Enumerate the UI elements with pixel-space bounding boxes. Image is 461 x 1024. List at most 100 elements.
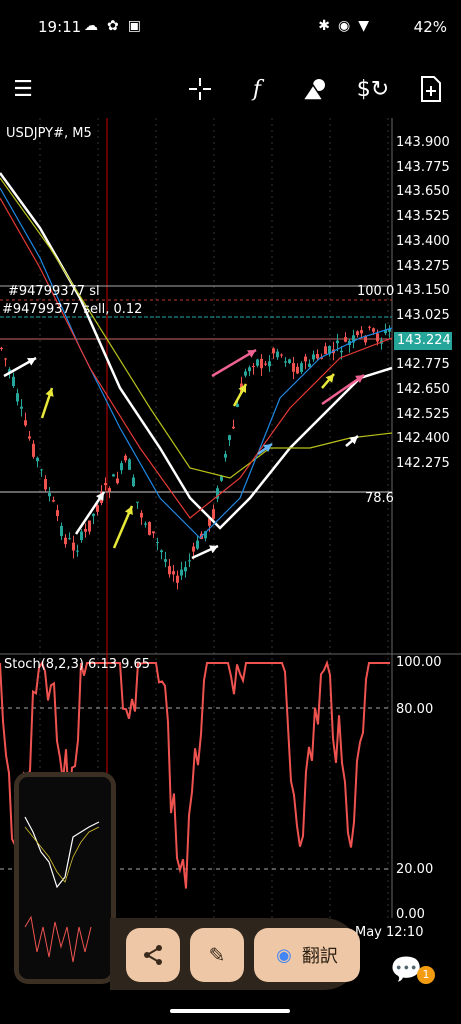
candle-body	[272, 348, 275, 354]
stoch-axis-tick: 0.00	[396, 907, 425, 922]
candle-body	[368, 326, 371, 328]
candle-body	[116, 478, 119, 484]
symbol-label: USDJPY#, M5	[6, 126, 92, 141]
candle-body	[184, 567, 187, 572]
candle-body	[80, 531, 83, 541]
ma-blue	[0, 187, 393, 539]
edit-button[interactable]: ✎	[190, 928, 244, 982]
share-icon	[144, 945, 162, 965]
fib-100-label: 100.0	[357, 284, 395, 299]
candle-body	[108, 488, 111, 492]
candle-body	[140, 512, 143, 518]
candle-body	[172, 571, 175, 575]
order-sell-label: #94799377 sell, 0.12	[2, 302, 143, 317]
candle-body	[96, 505, 99, 512]
candle-body	[168, 566, 171, 575]
translate-label: 翻訳	[301, 946, 338, 967]
function-icon[interactable]: f	[240, 72, 274, 106]
candle-body	[308, 363, 311, 367]
candle-body	[212, 509, 215, 519]
candle-body	[164, 559, 167, 562]
candle-body	[148, 522, 151, 535]
candle-body	[28, 436, 31, 439]
status-bar: 19:11 ☁✿▣ ✱◉▼ 42%	[0, 0, 461, 58]
candle-body	[260, 358, 263, 369]
candle-body	[300, 363, 303, 372]
nav-gesture-bar[interactable]	[170, 1009, 290, 1013]
candle-body	[192, 546, 195, 552]
price-axis-tick: 143.025	[396, 307, 450, 323]
candle-body	[288, 359, 291, 363]
price-axis-tick: 143.650	[396, 184, 450, 200]
menu-icon[interactable]: ☰	[6, 72, 40, 106]
candle-body	[248, 367, 251, 372]
system-icons: ✱◉▼	[318, 18, 377, 34]
stoch-axis-tick: 20.00	[396, 862, 434, 877]
candle-body	[360, 330, 363, 334]
stoch-label: Stoch(8,2,3) 6.13 9.65	[4, 657, 151, 672]
pencil-icon: ✎	[208, 943, 226, 967]
candle-body	[120, 463, 123, 471]
objects-icon[interactable]	[298, 72, 332, 106]
crosshair-icon[interactable]	[183, 72, 217, 106]
price-axis-tick: 143.775	[396, 159, 450, 175]
candle-body	[52, 500, 55, 502]
translate-button[interactable]: ◉ 翻訳	[254, 928, 360, 982]
candle-body	[268, 361, 271, 367]
candle-body	[324, 346, 327, 355]
candle-body	[4, 358, 7, 360]
new-order-icon[interactable]	[414, 72, 448, 106]
candle-body	[56, 510, 59, 516]
candle-body	[44, 479, 47, 490]
price-axis-tick: 143.525	[396, 209, 450, 225]
candle-body	[124, 455, 127, 461]
clock: 19:11	[38, 18, 82, 36]
toolbar: ☰ f $↻	[0, 58, 461, 118]
candle-body	[224, 453, 227, 458]
candle-body	[244, 371, 247, 376]
candle-body	[136, 501, 139, 503]
share-button[interactable]	[126, 928, 180, 982]
candle-body	[312, 354, 315, 360]
candle-body	[284, 361, 287, 363]
candle-body	[228, 435, 231, 441]
time-axis-label: May 12:10	[355, 925, 424, 940]
candle-body	[316, 353, 319, 359]
candle-body	[32, 443, 35, 457]
screenshot-thumbnail[interactable]	[14, 772, 116, 984]
candle-body	[156, 542, 159, 544]
stoch-axis-tick: 100.00	[396, 655, 442, 670]
price-axis-tick: 142.650	[396, 382, 450, 397]
candle-body	[152, 531, 155, 534]
candle-body	[356, 331, 359, 336]
fib-786-label: 78.6	[365, 491, 394, 506]
candle-body	[20, 406, 23, 409]
candle-body	[128, 459, 131, 470]
order-sl-label: #94799377 sl	[8, 284, 100, 299]
trade-icon[interactable]: $↻	[356, 72, 390, 106]
candle-body	[92, 513, 95, 517]
candle-body	[16, 393, 19, 402]
candle-body	[176, 575, 179, 583]
candle-body	[236, 404, 239, 407]
candle-body	[336, 340, 339, 344]
candle-body	[296, 366, 299, 374]
candle-body	[252, 366, 255, 368]
candle-body	[160, 550, 163, 553]
candle-body	[12, 376, 15, 387]
candle-body	[112, 474, 115, 477]
candle-body	[144, 523, 147, 525]
candle-body	[344, 337, 347, 342]
candle-body	[0, 347, 3, 349]
price-axis-tick: 142.775	[396, 357, 450, 373]
candle-body	[280, 354, 283, 356]
candle-body	[232, 426, 235, 429]
candle-body	[24, 420, 27, 426]
candle-body	[48, 493, 51, 497]
price-axis-tick: 142.400	[396, 431, 450, 447]
candle-body	[256, 359, 259, 366]
price-axis-tick: 143.400	[396, 233, 450, 249]
candle-body	[196, 540, 199, 549]
lens-icon: ◉	[276, 944, 292, 966]
battery-level: 42%	[413, 18, 447, 36]
